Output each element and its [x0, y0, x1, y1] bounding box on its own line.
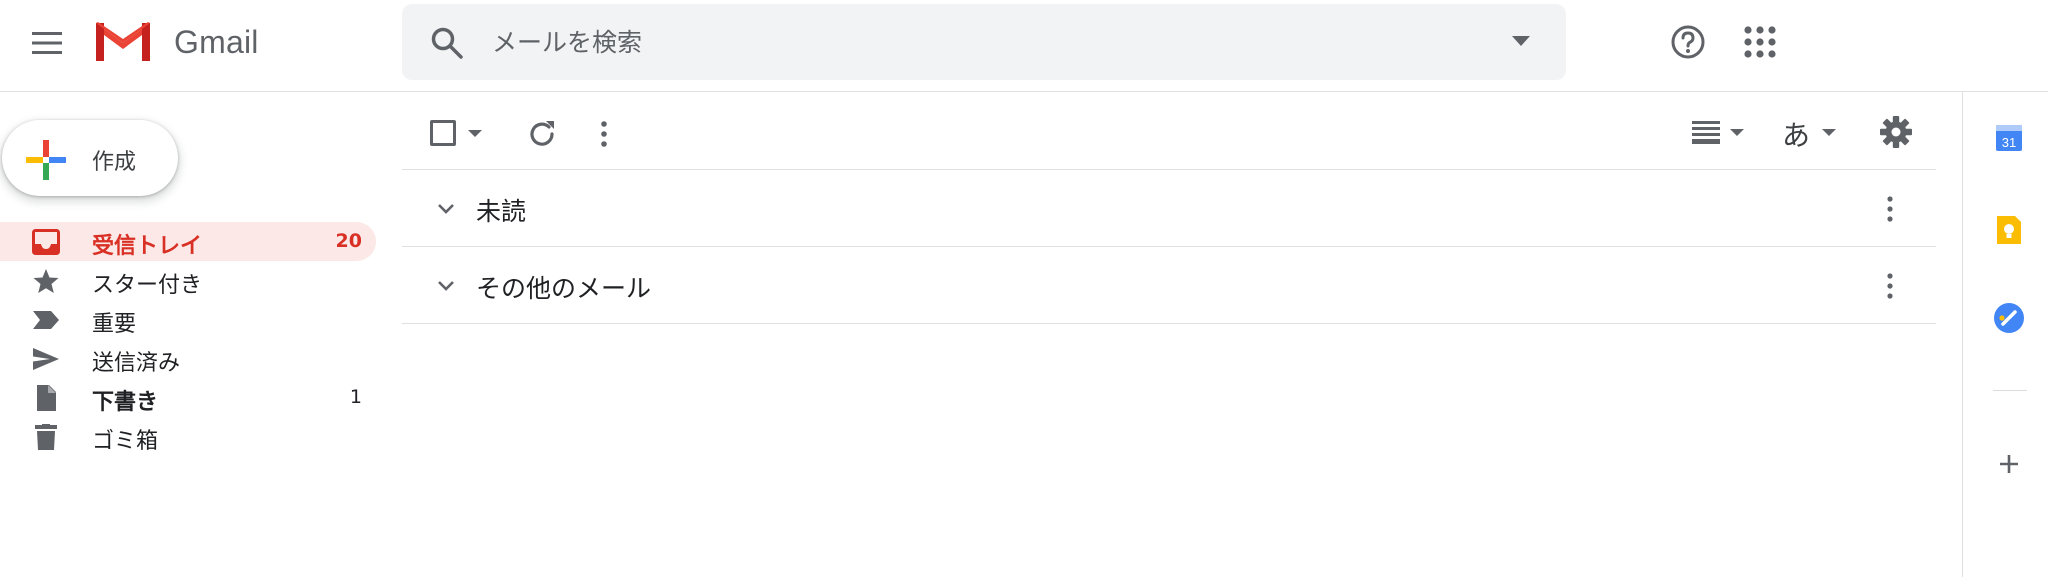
- sidebar-item-label: 受信トレイ: [92, 234, 203, 259]
- star-icon: [33, 269, 59, 293]
- select-options-dropdown-icon[interactable]: [468, 130, 482, 137]
- search-options-dropdown-icon[interactable]: [1512, 36, 1530, 46]
- compose-button[interactable]: 作成: [2, 120, 178, 196]
- search-input[interactable]: [492, 22, 1492, 62]
- main-menu-button[interactable]: [26, 22, 68, 64]
- sidebar-item-label: 送信済み: [92, 351, 181, 376]
- send-icon: [33, 348, 59, 370]
- unread-count-badge: 20: [335, 230, 362, 252]
- section-more-icon[interactable]: [1878, 192, 1902, 226]
- tasks-icon[interactable]: [1993, 302, 2025, 334]
- google-apps-icon[interactable]: [1744, 26, 1776, 58]
- calendar-icon[interactable]: 31: [1993, 122, 2025, 154]
- section-more-icon[interactable]: [1878, 269, 1902, 303]
- important-icon: [33, 311, 59, 329]
- sidebar-item-sent[interactable]: 送信済み: [0, 339, 376, 378]
- select-all-checkbox[interactable]: [430, 120, 456, 146]
- input-tools-dropdown-icon[interactable]: [1822, 129, 1836, 136]
- more-options-icon[interactable]: [592, 116, 616, 152]
- refresh-icon[interactable]: [524, 116, 560, 152]
- compose-label: 作成: [92, 150, 137, 175]
- settings-gear-icon[interactable]: [1878, 114, 1914, 150]
- draft-count-badge: 1: [349, 386, 362, 408]
- gmail-logo-text: Gmail: [174, 23, 259, 60]
- sidebar-item-inbox[interactable]: 受信トレイ 20: [0, 222, 376, 261]
- gmail-m-icon: [96, 22, 150, 61]
- mail-toolbar: あ: [402, 96, 1936, 170]
- side-panel-divider: [1993, 390, 2027, 391]
- search-icon[interactable]: [430, 26, 464, 60]
- sidebar-item-starred[interactable]: スター付き: [0, 261, 376, 300]
- section-title: その他のメール: [476, 274, 652, 303]
- section-unread[interactable]: 未読: [402, 170, 1936, 247]
- section-everything-else[interactable]: その他のメール: [402, 247, 1936, 324]
- keep-icon[interactable]: [1993, 214, 2025, 246]
- add-addon-icon[interactable]: [1993, 448, 2025, 480]
- draft-icon: [37, 385, 56, 411]
- trash-icon: [35, 424, 57, 450]
- chevron-down-icon[interactable]: [434, 196, 458, 220]
- top-bar: Gmail: [0, 0, 2048, 92]
- sidebar-item-trash[interactable]: ゴミ箱: [0, 417, 376, 456]
- sidebar-item-label: 重要: [92, 312, 137, 337]
- inbox-icon: [32, 229, 60, 255]
- side-panel: 31: [1962, 92, 2048, 577]
- sidebar-item-label: ゴミ箱: [92, 429, 159, 454]
- density-toggle-icon[interactable]: [1692, 118, 1722, 148]
- sidebar-item-drafts[interactable]: 下書き 1: [0, 378, 376, 417]
- help-icon[interactable]: [1668, 22, 1708, 62]
- sidebar-item-label: 下書き: [92, 390, 159, 415]
- calendar-day-label: 31: [2002, 135, 2016, 150]
- sidebar-nav: 受信トレイ 20 スター付き 重要 送信済み 下書き 1 ゴミ箱: [0, 222, 376, 456]
- gmail-logo[interactable]: Gmail: [92, 18, 259, 66]
- search-bar: [402, 4, 1566, 80]
- section-title: 未読: [476, 197, 527, 226]
- compose-plus-icon: [26, 140, 66, 180]
- sidebar-item-important[interactable]: 重要: [0, 300, 376, 339]
- hamburger-menu-icon: [32, 32, 62, 54]
- density-dropdown-icon[interactable]: [1730, 129, 1744, 136]
- chevron-down-icon[interactable]: [434, 273, 458, 297]
- sidebar-item-label: スター付き: [92, 273, 203, 298]
- input-tools-button[interactable]: あ: [1782, 114, 1810, 154]
